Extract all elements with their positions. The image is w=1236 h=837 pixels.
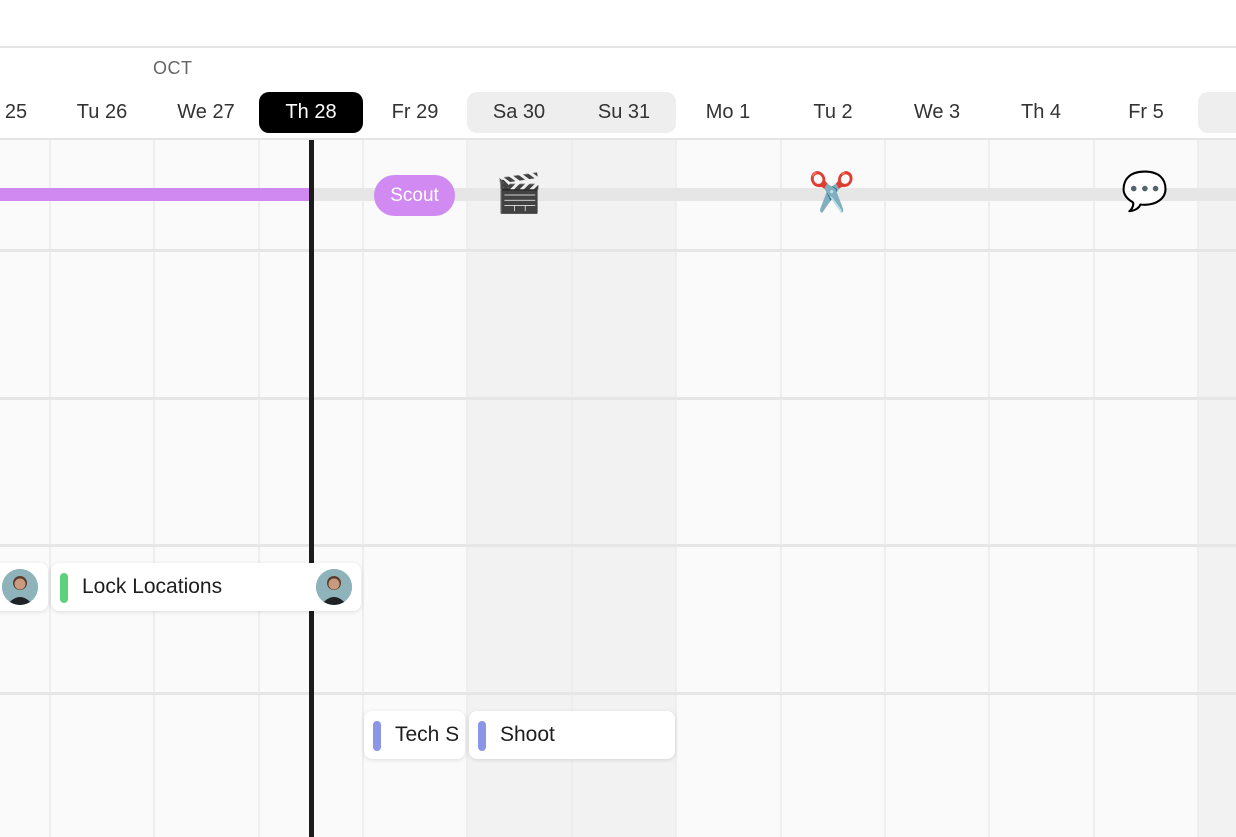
day-label[interactable]: Tu 26 (50, 92, 154, 133)
day-label[interactable]: Fr 5 (1094, 92, 1198, 133)
row-divider (0, 692, 1236, 695)
avatar (2, 569, 38, 605)
person-icon (316, 569, 352, 605)
day-divider (1093, 140, 1095, 837)
task-title: Tech Scout (395, 723, 458, 746)
day-label[interactable]: Th 4 (989, 92, 1093, 133)
task-card-lock-locations[interactable]: Lock Locations (51, 563, 361, 611)
task-color-bar (60, 573, 68, 603)
day-label[interactable]: We 3 (885, 92, 989, 133)
row-divider (0, 249, 1236, 252)
scissors-icon[interactable]: ✂️ (808, 171, 856, 215)
day-label[interactable]: We 27 (154, 92, 258, 133)
day-divider (153, 140, 155, 837)
day-label[interactable]: Fr 29 (363, 92, 467, 133)
day-divider (1197, 140, 1199, 837)
day-divider (675, 140, 677, 837)
task-color-bar (373, 721, 381, 751)
weekend-highlight (1198, 92, 1236, 133)
task-title: Lock Locations (82, 575, 223, 598)
task-card-shoot[interactable]: Shoot (469, 711, 675, 759)
scout-milestone[interactable]: Scout (374, 175, 455, 216)
day-divider (49, 140, 51, 837)
day-label[interactable]: Mo 1 (676, 92, 780, 133)
row-divider (0, 544, 1236, 547)
task-card-tech-scout[interactable]: Tech Scout (364, 711, 465, 759)
day-divider (988, 140, 990, 837)
timeline-grid: Scout 🎬 ✂️ 💬 Lock Locations Tech S Shoot (0, 140, 1236, 837)
person-icon (2, 569, 38, 605)
today-day-label[interactable]: Th 28 (259, 92, 363, 133)
today-marker-line (309, 140, 314, 837)
day-label[interactable]: Sa 30 (467, 92, 571, 133)
row-divider (0, 397, 1236, 400)
avatar (316, 569, 352, 605)
calendar-timeline: OCT 25 Tu 26 We 27 Th 28 Fr 29 Sa 30 Su … (0, 0, 1236, 837)
day-divider (780, 140, 782, 837)
month-label: OCT (153, 58, 193, 78)
weekend-column (1198, 140, 1236, 837)
date-header: OCT 25 Tu 26 We 27 Th 28 Fr 29 Sa 30 Su … (0, 48, 1236, 140)
speech-bubble-icon[interactable]: 💬 (1121, 170, 1169, 214)
task-title: Shoot (500, 723, 555, 746)
day-divider (258, 140, 260, 837)
top-bar (0, 0, 1236, 48)
task-color-bar (478, 721, 486, 751)
day-label[interactable]: Tu 2 (781, 92, 885, 133)
day-label[interactable]: Su 31 (572, 92, 676, 133)
day-divider (884, 140, 886, 837)
milestone-progress-bar[interactable] (0, 188, 312, 201)
task-card[interactable] (0, 563, 48, 611)
day-divider (466, 140, 468, 837)
clapperboard-icon[interactable]: 🎬 (495, 172, 543, 216)
